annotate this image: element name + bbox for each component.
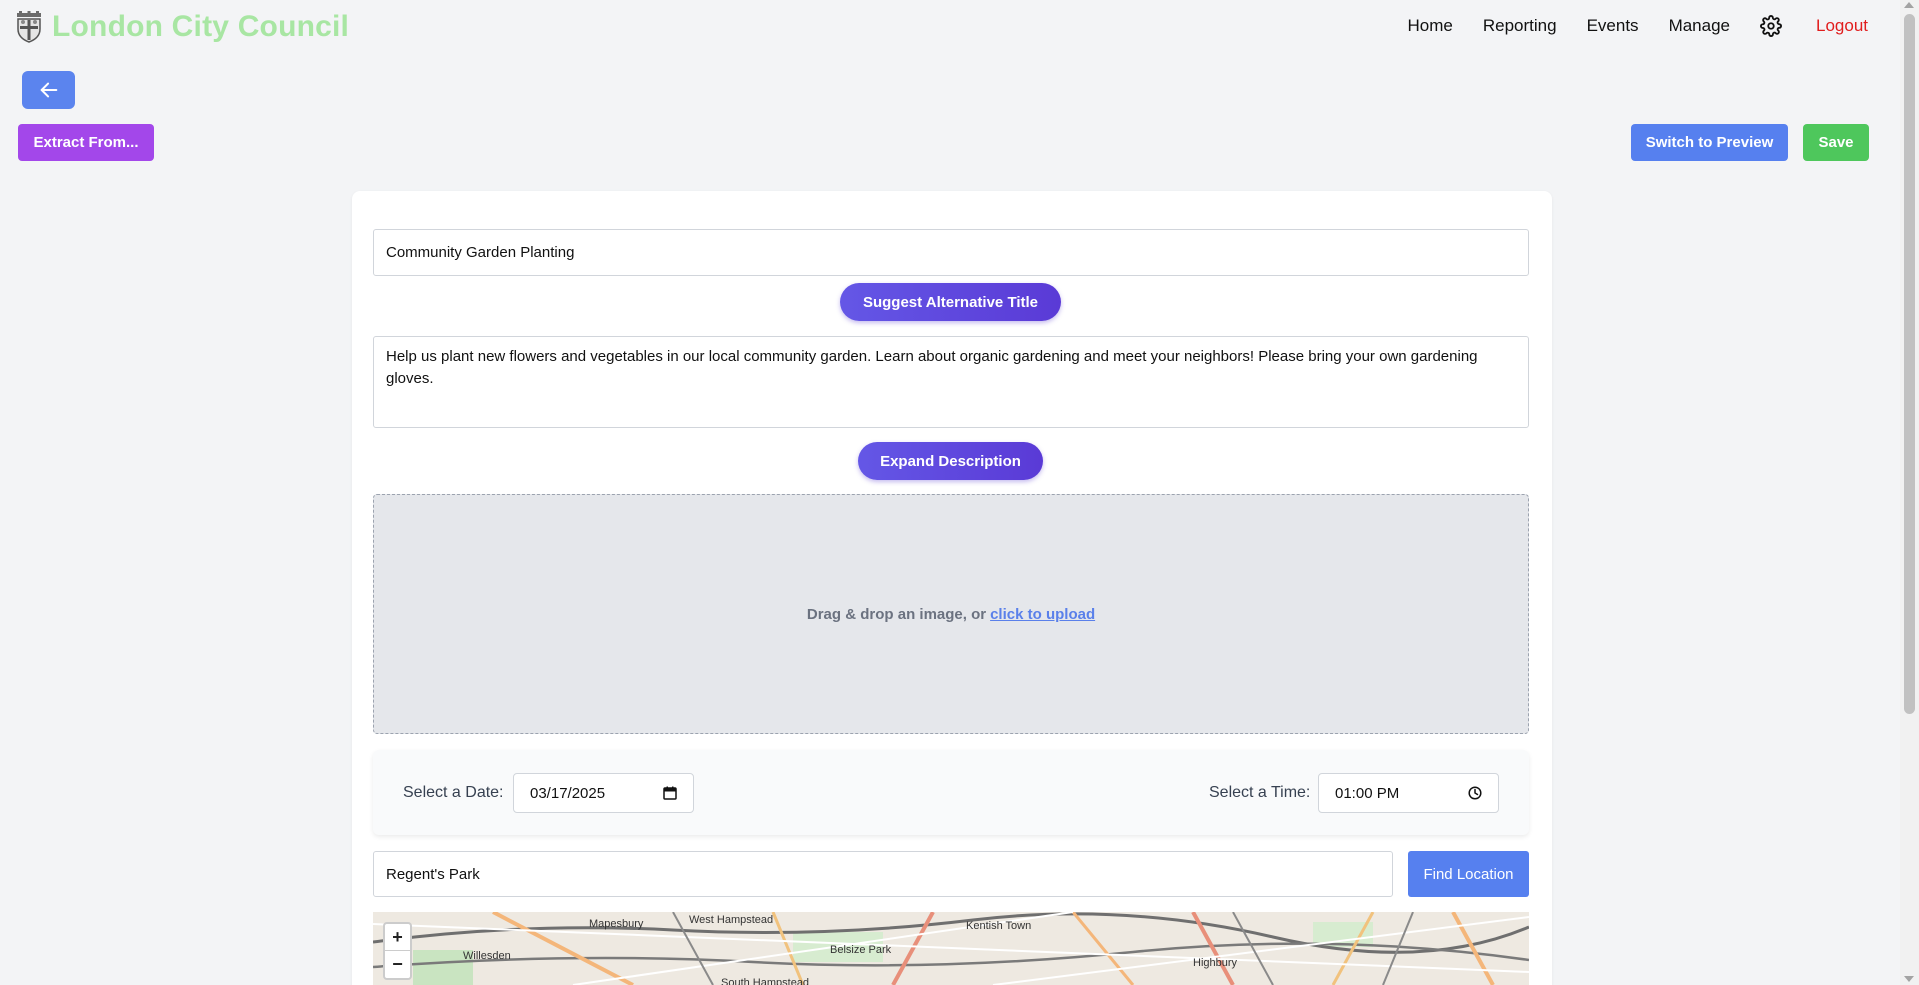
location-map[interactable]: Mapesbury West Hampstead Kentish Town Wi… — [373, 912, 1529, 985]
image-dropzone[interactable]: Drag & drop an image, or click to upload — [373, 494, 1529, 734]
nav-reporting[interactable]: Reporting — [1483, 16, 1557, 36]
find-location-button[interactable]: Find Location — [1408, 851, 1529, 897]
scroll-up-icon[interactable] — [1904, 2, 1914, 8]
clock-icon[interactable] — [1468, 786, 1482, 800]
time-input[interactable]: 01:00 PM — [1318, 773, 1499, 813]
top-header: London City Council Home Reporting Event… — [0, 0, 1900, 56]
logout-link[interactable]: Logout — [1816, 16, 1868, 36]
suggest-title-button[interactable]: Suggest Alternative Title — [840, 283, 1061, 321]
gear-icon[interactable] — [1760, 15, 1782, 37]
map-zoom-control: + − — [383, 922, 412, 980]
scroll-thumb[interactable] — [1904, 14, 1915, 714]
datetime-bar: Select a Date: 03/17/2025 Select a Time:… — [373, 750, 1529, 835]
crest-icon — [17, 11, 41, 43]
expand-description-button[interactable]: Expand Description — [858, 442, 1043, 480]
map-label-west-hampstead: West Hampstead — [689, 914, 774, 926]
map-label-willesden: Willesden — [463, 950, 511, 962]
brand-title: London City Council — [52, 10, 350, 43]
map-tiles — [373, 912, 1529, 985]
map-label-highbury: Highbury — [1193, 957, 1238, 969]
nav-events[interactable]: Events — [1587, 16, 1639, 36]
zoom-in-button[interactable]: + — [385, 924, 410, 951]
nav-manage[interactable]: Manage — [1669, 16, 1730, 36]
event-description-input[interactable]: Help us plant new flowers and vegetables… — [373, 336, 1529, 428]
date-value: 03/17/2025 — [530, 784, 606, 802]
arrow-left-icon — [40, 82, 57, 98]
brand[interactable]: London City Council — [14, 10, 349, 44]
map-label-south-hampstead: South Hampstead — [721, 977, 810, 985]
main-nav: Home Reporting Events Manage Logout — [1378, 15, 1868, 37]
time-label: Select a Time: — [1209, 784, 1311, 801]
scroll-down-icon[interactable] — [1904, 976, 1914, 982]
map-label-kentish-town: Kentish Town — [966, 920, 1032, 932]
upload-link[interactable]: click to upload — [990, 606, 1095, 623]
dropzone-text: Drag & drop an image, or — [806, 605, 987, 623]
location-input[interactable] — [373, 851, 1393, 897]
time-value: 01:00 PM — [1335, 784, 1400, 802]
switch-to-preview-button[interactable]: Switch to Preview — [1631, 124, 1788, 161]
save-button[interactable]: Save — [1803, 124, 1869, 161]
nav-home[interactable]: Home — [1408, 16, 1453, 36]
map-label-belsize-park: Belsize Park — [830, 944, 892, 956]
page-scrollbar[interactable] — [1900, 0, 1919, 985]
calendar-icon[interactable] — [663, 786, 677, 800]
zoom-out-button[interactable]: − — [385, 951, 410, 978]
map-label-mapesbury: Mapesbury — [589, 918, 644, 930]
back-button[interactable] — [22, 71, 75, 109]
event-title-input[interactable] — [373, 229, 1529, 276]
date-label: Select a Date: — [403, 784, 504, 801]
extract-button[interactable]: Extract From... — [18, 124, 154, 161]
date-input[interactable]: 03/17/2025 — [513, 773, 694, 813]
